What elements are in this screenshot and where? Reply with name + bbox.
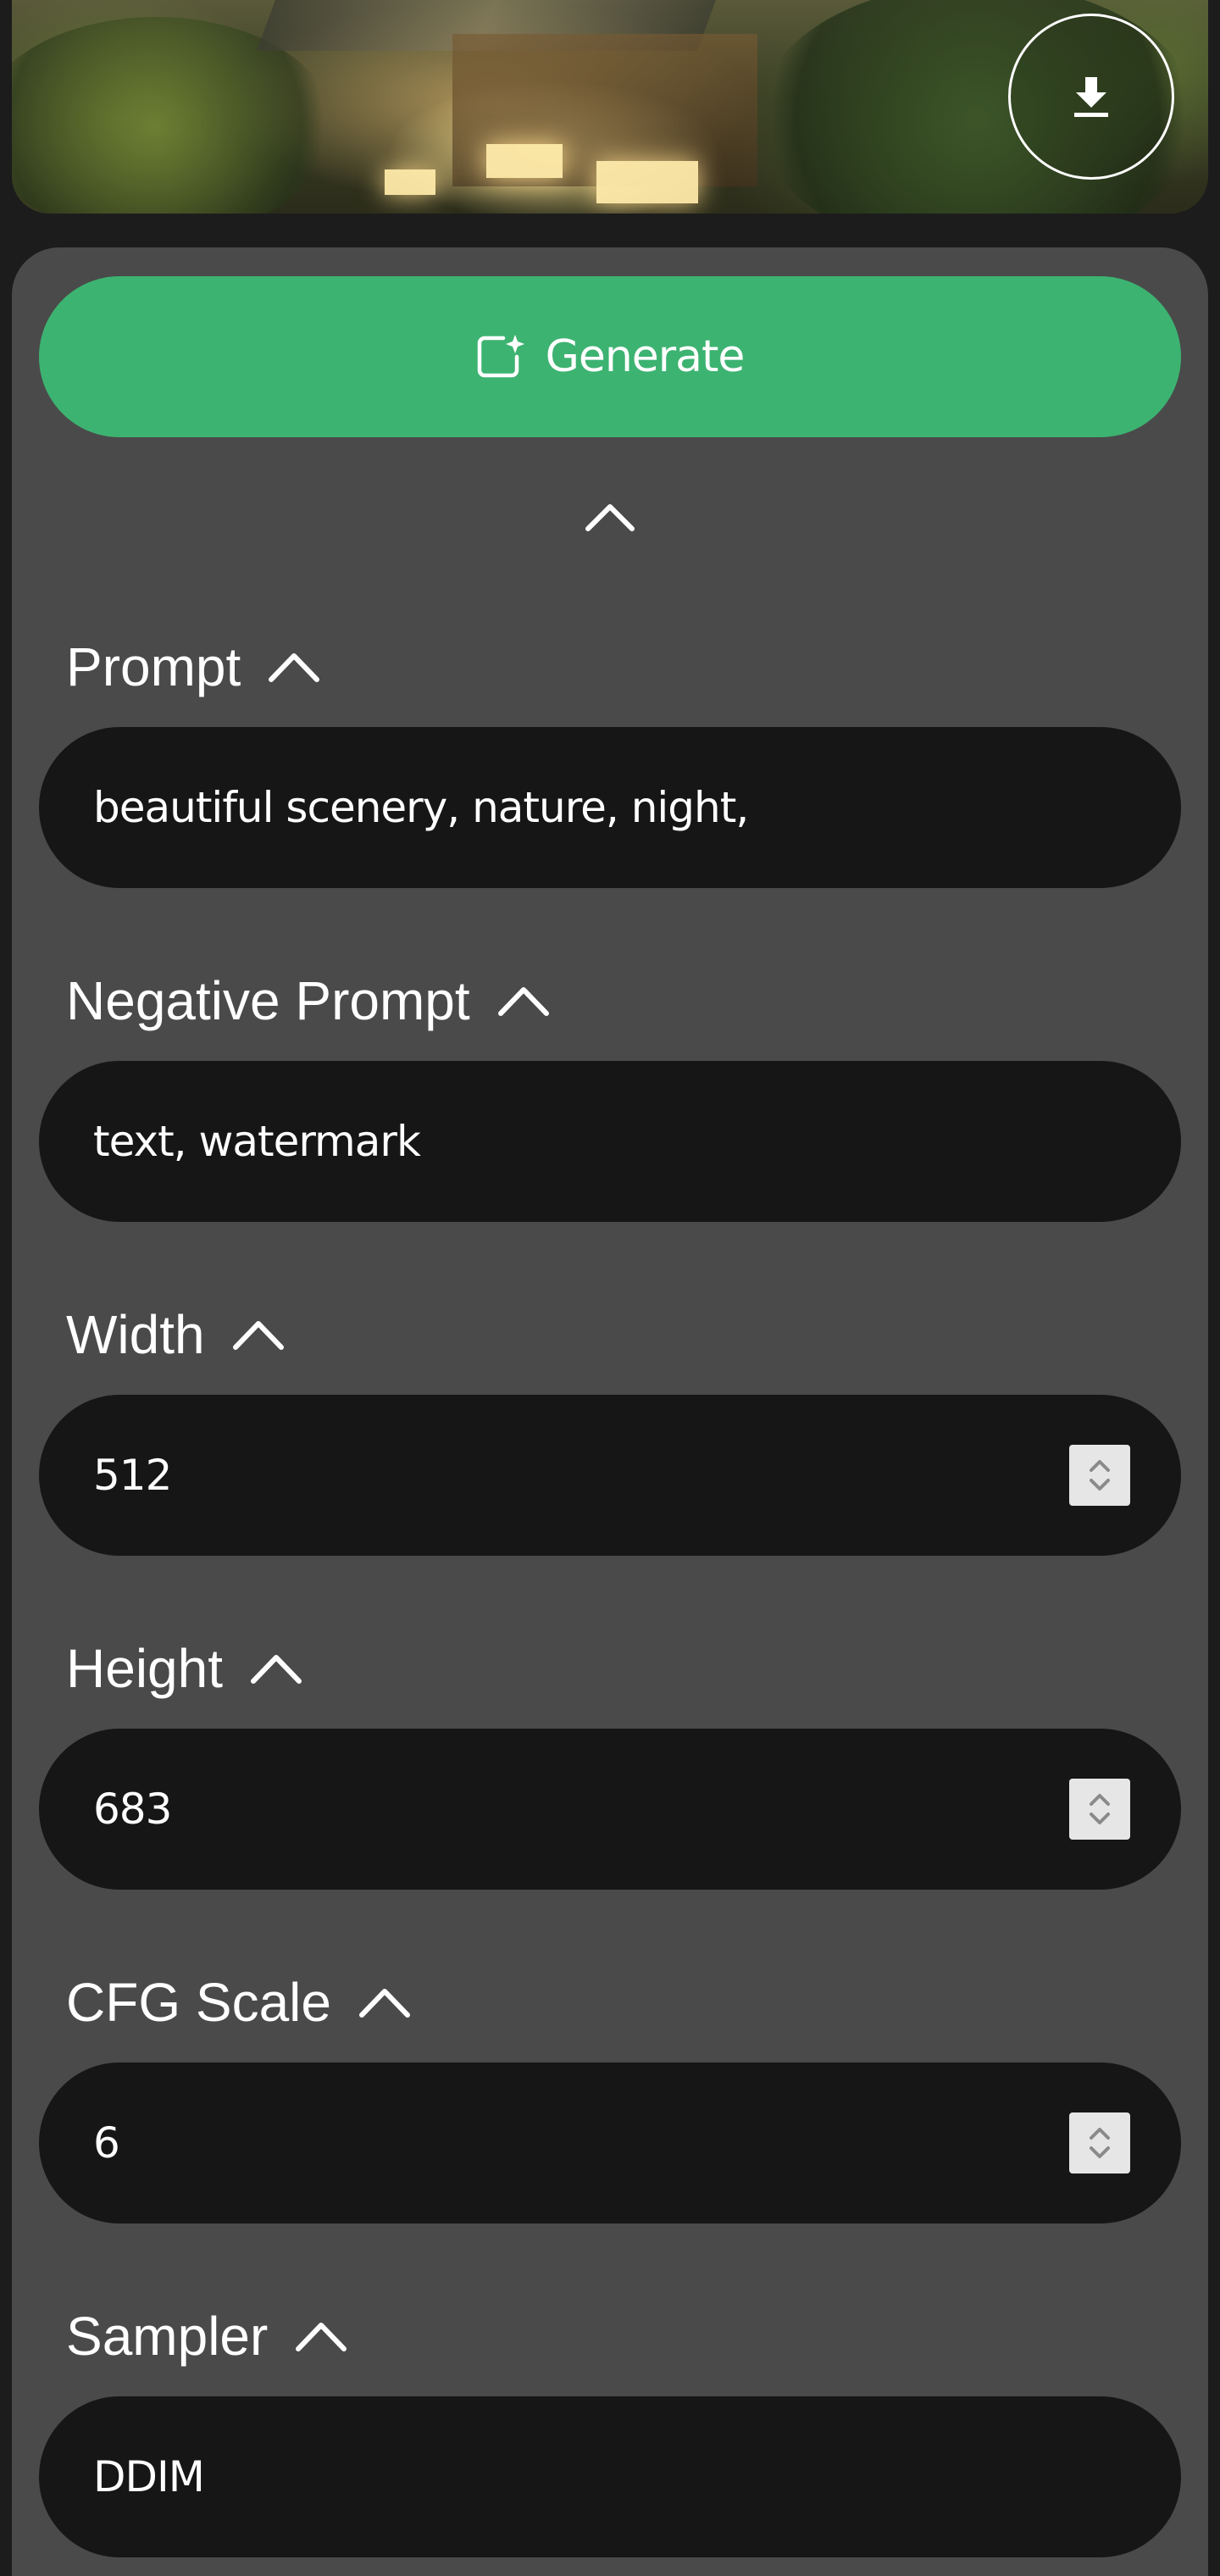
app-page: Generate Prompt beautiful scenery, natur… xyxy=(0,0,1220,2576)
generate-label: Generate xyxy=(545,331,746,382)
prompt-collapse-chevron-icon[interactable] xyxy=(266,649,322,685)
cfg-scale-value: 6 xyxy=(93,2118,120,2168)
height-number-input[interactable]: 683 xyxy=(39,1729,1181,1890)
prompt-value: beautiful scenery, nature, night, xyxy=(93,783,749,832)
prompt-input[interactable]: beautiful scenery, nature, night, xyxy=(39,727,1181,888)
sparkle-image-icon xyxy=(477,335,524,378)
cfg-scale-number-input[interactable]: 6 xyxy=(39,2062,1181,2223)
width-value: 512 xyxy=(93,1451,172,1500)
width-spinner[interactable] xyxy=(1069,1445,1130,1506)
window-light xyxy=(596,161,698,203)
sampler-value: DDIM xyxy=(93,2452,205,2501)
negative-prompt-value: text, watermark xyxy=(93,1117,421,1166)
sampler-label: Sampler xyxy=(66,2306,269,2367)
prompt-label-row: Prompt xyxy=(66,636,322,698)
height-collapse-chevron-icon[interactable] xyxy=(248,1651,304,1686)
height-label: Height xyxy=(66,1638,223,1699)
negative-prompt-input[interactable]: text, watermark xyxy=(39,1061,1181,1222)
width-label-row: Width xyxy=(66,1303,286,1366)
collapse-panel-chevron-icon[interactable] xyxy=(583,500,637,534)
negative-prompt-label-row: Negative Prompt xyxy=(66,969,552,1032)
width-collapse-chevron-icon[interactable] xyxy=(230,1317,286,1352)
spinner-arrows-icon xyxy=(1090,1460,1110,1491)
negative-prompt-collapse-chevron-icon[interactable] xyxy=(496,983,552,1019)
generated-image-preview xyxy=(12,0,1208,214)
window-light xyxy=(486,144,563,178)
generate-button[interactable]: Generate xyxy=(39,276,1181,437)
negative-prompt-label: Negative Prompt xyxy=(66,970,470,1031)
sampler-collapse-chevron-icon[interactable] xyxy=(293,2318,349,2354)
download-icon xyxy=(1074,77,1108,117)
download-button[interactable] xyxy=(1008,14,1174,180)
width-label: Width xyxy=(66,1304,205,1365)
spinner-arrows-icon xyxy=(1090,2128,1110,2158)
spinner-arrows-icon xyxy=(1090,1794,1110,1824)
sampler-label-row: Sampler xyxy=(66,2305,349,2368)
height-label-row: Height xyxy=(66,1637,304,1700)
height-spinner[interactable] xyxy=(1069,1779,1130,1840)
cfg-scale-spinner[interactable] xyxy=(1069,2112,1130,2174)
cfg-scale-label-row: CFG Scale xyxy=(66,1971,413,2034)
width-number-input[interactable]: 512 xyxy=(39,1395,1181,1556)
window-light xyxy=(385,169,435,195)
prompt-label: Prompt xyxy=(66,636,241,697)
controls-panel: Generate Prompt beautiful scenery, natur… xyxy=(12,247,1208,2576)
height-value: 683 xyxy=(93,1785,172,1834)
cfg-scale-label: CFG Scale xyxy=(66,1972,331,2033)
cfg-scale-collapse-chevron-icon[interactable] xyxy=(357,1985,413,2020)
sampler-select[interactable]: DDIM xyxy=(39,2396,1181,2557)
